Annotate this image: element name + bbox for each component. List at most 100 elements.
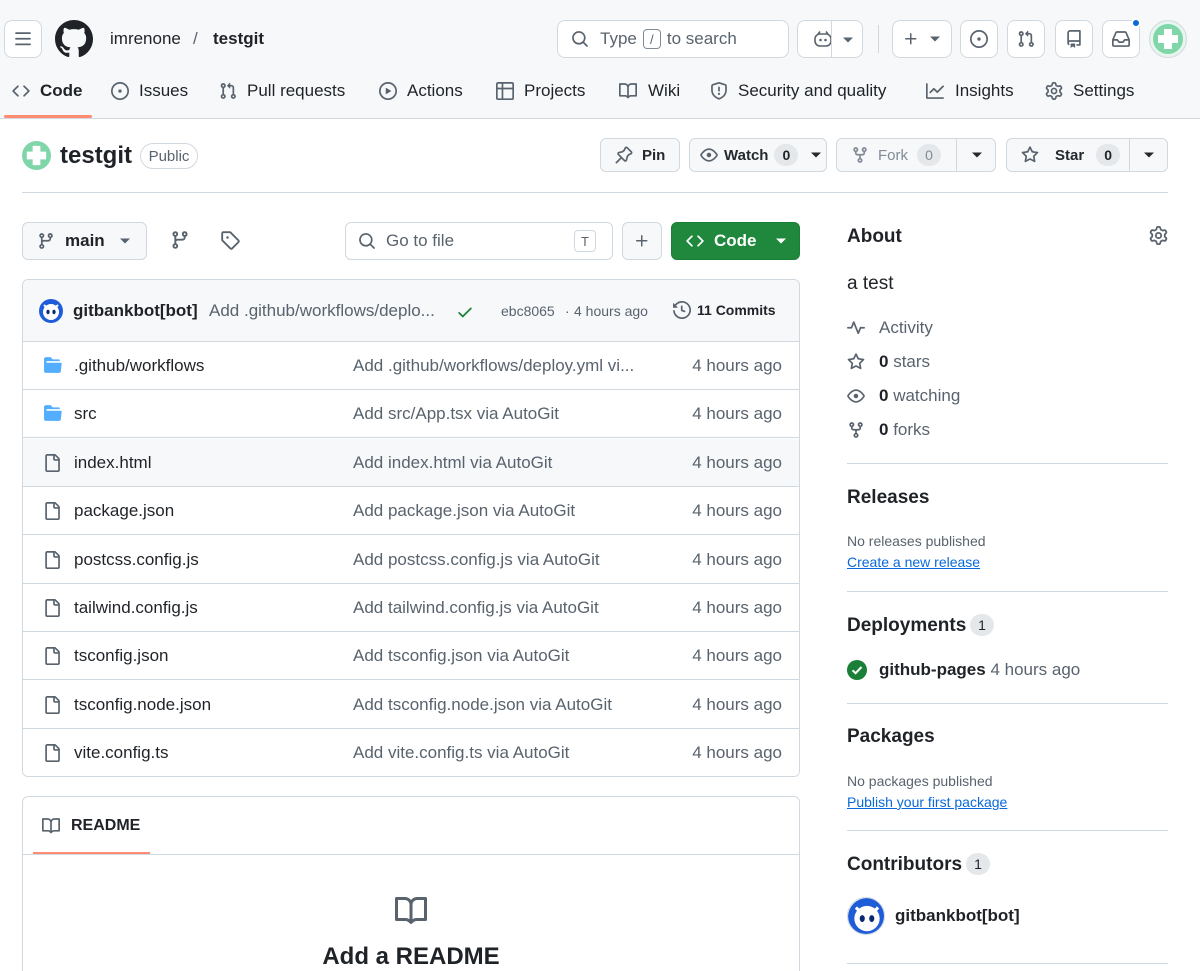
file-name[interactable]: tsconfig.node.json bbox=[74, 695, 211, 715]
file-row[interactable]: package.json Add package.json via AutoGit… bbox=[23, 487, 799, 536]
file-name[interactable]: postcss.config.js bbox=[74, 550, 199, 570]
file-commit-message[interactable]: Add postcss.config.js via AutoGit bbox=[353, 550, 643, 570]
commits-history-link[interactable]: 11 Commits bbox=[673, 301, 776, 319]
tab-projects[interactable]: Projects bbox=[496, 72, 585, 110]
tab-settings[interactable]: Settings bbox=[1045, 72, 1134, 110]
releases-heading[interactable]: Releases bbox=[847, 487, 929, 509]
watching-label: watching bbox=[893, 386, 961, 405]
gear-icon bbox=[1045, 82, 1063, 100]
file-row[interactable]: tsconfig.node.json Add tsconfig.node.json… bbox=[23, 680, 799, 729]
file-name[interactable]: vite.config.ts bbox=[74, 743, 169, 763]
tab-security-label: Security and quality bbox=[738, 81, 887, 100]
issue-icon bbox=[111, 82, 129, 100]
tab-code[interactable]: Code bbox=[12, 72, 83, 110]
commit-hash[interactable]: ebc8065 bbox=[501, 303, 555, 319]
publish-package-link[interactable]: Publish your first package bbox=[847, 794, 1007, 810]
copilot-button[interactable] bbox=[797, 20, 863, 58]
commit-author[interactable]: gitbankbot[bot] bbox=[73, 301, 198, 321]
folder-icon bbox=[44, 405, 62, 422]
folder-icon bbox=[44, 357, 62, 373]
book-icon bbox=[395, 897, 428, 924]
branches-link[interactable] bbox=[170, 230, 190, 250]
file-row[interactable]: src Add src/App.tsx via AutoGit 4 hours ag… bbox=[23, 390, 799, 439]
tab-pull-requests[interactable]: Pull requests bbox=[219, 72, 345, 110]
star-icon bbox=[847, 353, 865, 370]
graph-icon bbox=[926, 83, 944, 99]
file-commit-message[interactable]: Add package.json via AutoGit bbox=[353, 501, 643, 521]
file-commit-message[interactable]: Add tailwind.config.js via AutoGit bbox=[353, 598, 643, 618]
repositories-button[interactable] bbox=[1055, 20, 1093, 58]
commit-message[interactable]: Add .github/workflows/deplo... bbox=[209, 301, 444, 321]
search-input[interactable]: Type / to search bbox=[557, 20, 789, 58]
repo-title[interactable]: testgit bbox=[60, 142, 132, 170]
readme-tab[interactable]: README bbox=[41, 817, 140, 835]
gear-icon[interactable] bbox=[1149, 226, 1168, 245]
file-name[interactable]: .github/workflows bbox=[74, 356, 204, 376]
file-row[interactable]: vite.config.ts Add vite.config.ts via Aut… bbox=[23, 729, 799, 776]
tab-issues[interactable]: Issues bbox=[111, 72, 188, 110]
history-icon bbox=[673, 301, 691, 319]
watch-button[interactable]: Watch 0 bbox=[689, 138, 827, 172]
contributor-avatar[interactable] bbox=[847, 897, 885, 935]
file-commit-message[interactable]: Add tsconfig.json via AutoGit bbox=[353, 646, 643, 666]
code-dropdown-button[interactable]: Code bbox=[671, 222, 800, 260]
packages-heading[interactable]: Packages bbox=[847, 726, 935, 748]
commit-author-avatar[interactable] bbox=[39, 299, 63, 323]
activity-link[interactable]: Activity bbox=[847, 318, 933, 338]
contributors-heading[interactable]: Contributors bbox=[847, 854, 962, 876]
file-row[interactable]: tsconfig.json Add tsconfig.json via AutoG… bbox=[23, 632, 799, 681]
plus-icon bbox=[905, 33, 917, 45]
file-row[interactable]: .github/workflows Add .github/workflows/d… bbox=[23, 342, 799, 390]
create-release-link[interactable]: Create a new release bbox=[847, 554, 980, 570]
stars-link[interactable]: 0 stars bbox=[847, 352, 930, 372]
tab-actions[interactable]: Actions bbox=[379, 72, 463, 110]
contributor-name[interactable]: gitbankbot[bot] bbox=[895, 906, 1020, 926]
tab-insights[interactable]: Insights bbox=[925, 72, 1014, 110]
hamburger-icon bbox=[15, 32, 31, 46]
check-circle-icon bbox=[847, 660, 867, 680]
tab-wiki[interactable]: Wiki bbox=[618, 72, 680, 110]
file-commit-message[interactable]: Add src/App.tsx via AutoGit bbox=[353, 404, 643, 424]
tags-link[interactable] bbox=[220, 230, 240, 250]
file-name[interactable]: tailwind.config.js bbox=[74, 598, 198, 618]
file-commit-message[interactable]: Add index.html via AutoGit bbox=[353, 453, 643, 473]
menu-button[interactable] bbox=[4, 20, 42, 58]
file-commit-message[interactable]: Add vite.config.ts via AutoGit bbox=[353, 743, 643, 763]
fork-button[interactable]: Fork 0 bbox=[836, 138, 996, 172]
file-name[interactable]: tsconfig.json bbox=[74, 646, 169, 666]
deployment-item[interactable]: github-pages 4 hours ago bbox=[847, 660, 1080, 680]
deployments-count: 1 bbox=[970, 614, 994, 636]
watching-link[interactable]: 0 watching bbox=[847, 386, 960, 406]
deployment-time: 4 hours ago bbox=[990, 660, 1081, 679]
file-row[interactable]: index.html Add index.html via AutoGit 4 ho… bbox=[23, 438, 799, 487]
pin-button[interactable]: Pin bbox=[600, 138, 680, 172]
tab-pull-requests-label: Pull requests bbox=[247, 81, 346, 100]
table-icon bbox=[496, 82, 514, 100]
file-row[interactable]: postcss.config.js Add postcss.config.js v… bbox=[23, 535, 799, 584]
breadcrumb-owner[interactable]: imrenone bbox=[110, 28, 181, 50]
file-commit-date: 4 hours ago bbox=[692, 694, 782, 714]
github-logo[interactable] bbox=[55, 20, 93, 58]
tab-security[interactable]: Security and quality bbox=[710, 72, 886, 110]
user-avatar[interactable] bbox=[1149, 20, 1187, 58]
caret-down-icon bbox=[119, 238, 130, 244]
file-name[interactable]: index.html bbox=[74, 453, 151, 473]
add-file-button[interactable] bbox=[622, 222, 662, 260]
forks-link[interactable]: 0 forks bbox=[847, 420, 930, 440]
file-row[interactable]: tailwind.config.js Add tailwind.config.js… bbox=[23, 584, 799, 632]
file-commit-message[interactable]: Add tsconfig.node.json via AutoGit bbox=[353, 695, 643, 715]
go-to-file-input[interactable]: Go to file T bbox=[345, 222, 613, 260]
stars-count: 0 bbox=[879, 352, 889, 371]
deployment-env[interactable]: github-pages bbox=[879, 660, 986, 679]
branch-select-button[interactable]: main bbox=[22, 222, 147, 260]
deployments-heading[interactable]: Deployments bbox=[847, 615, 966, 637]
breadcrumb-repo[interactable]: testgit bbox=[213, 28, 264, 50]
file-name[interactable]: package.json bbox=[74, 501, 174, 521]
create-new-button[interactable] bbox=[892, 20, 952, 58]
file-commit-message[interactable]: Add .github/workflows/deploy.yml vi... bbox=[353, 356, 643, 376]
issues-button[interactable] bbox=[960, 20, 998, 58]
star-button[interactable]: Star 0 bbox=[1006, 138, 1168, 172]
file-browser: gitbankbot[bot] Add .github/workflows/de… bbox=[22, 279, 800, 777]
pull-requests-button[interactable] bbox=[1007, 20, 1045, 58]
file-name[interactable]: src bbox=[74, 404, 97, 424]
